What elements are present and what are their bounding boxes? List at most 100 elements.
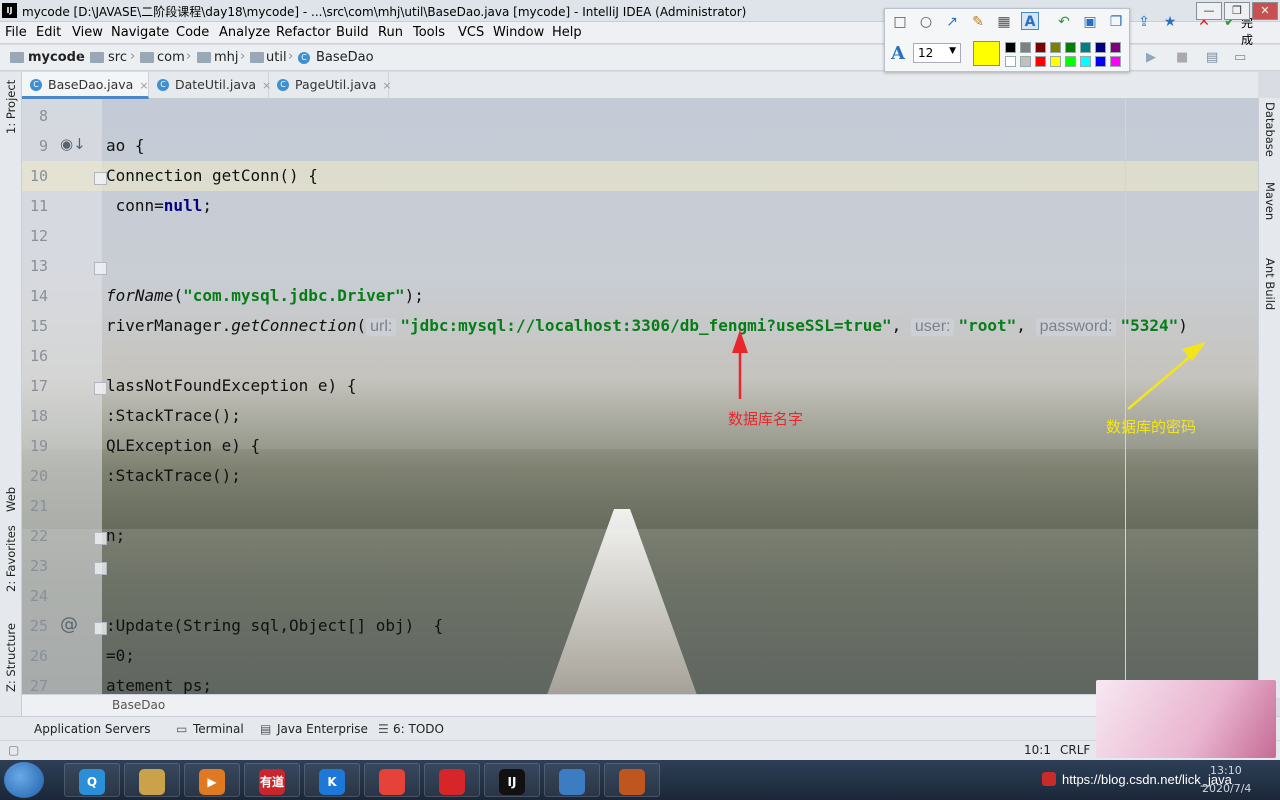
font-icon: A (891, 43, 905, 64)
share-icon[interactable]: ⇪ (1135, 13, 1153, 31)
color-swatch[interactable] (1020, 42, 1031, 53)
menu-window[interactable]: Window (493, 25, 544, 40)
annotation-arrows (732, 330, 1206, 410)
line-separator[interactable]: CRLF (1060, 743, 1090, 757)
color-swatch[interactable] (1020, 56, 1031, 67)
tool-web[interactable]: Web (4, 487, 18, 512)
chevron-down-icon: ▼ (949, 46, 956, 56)
tool-project[interactable]: 1: Project (4, 80, 18, 134)
clock-date: 2020/7/4 (1202, 782, 1252, 795)
menu-view[interactable]: View (72, 25, 103, 40)
menu-file[interactable]: File (5, 25, 27, 40)
breadcrumb-src[interactable]: src (108, 50, 127, 65)
taskbar-netease-music[interactable] (424, 763, 480, 797)
pin-icon[interactable]: ★ (1161, 13, 1179, 31)
tool-ant-build[interactable]: Ant Build (1263, 258, 1277, 310)
breadcrumb-mhj[interactable]: mhj (214, 50, 239, 65)
text-tool-icon[interactable]: A (1021, 12, 1039, 30)
tool-java-enterprise[interactable]: Java Enterprise (277, 722, 368, 736)
ellipse-tool-icon[interactable]: ○ (917, 13, 935, 31)
right-tool-stripe: Database Maven Ant Build (1258, 98, 1280, 698)
close-icon[interactable]: × (382, 73, 391, 99)
color-swatch[interactable] (1110, 56, 1121, 67)
windows-start-icon[interactable] (4, 762, 44, 798)
color-swatch[interactable] (1080, 56, 1091, 67)
color-swatch[interactable] (1035, 42, 1046, 53)
explorer-icon (139, 769, 165, 795)
menu-vcs[interactable]: VCS (458, 25, 484, 40)
color-swatch[interactable] (1080, 42, 1091, 53)
color-swatch[interactable] (1005, 42, 1016, 53)
taskbar-photo-viewer[interactable] (544, 763, 600, 797)
todo-icon: ☰ (378, 722, 389, 736)
maximize-button[interactable]: ❐ (1224, 2, 1250, 20)
taskbar-explorer[interactable] (124, 763, 180, 797)
taskbar-other-app[interactable] (604, 763, 660, 797)
breadcrumb-project[interactable]: mycode (28, 50, 85, 65)
menu-help[interactable]: Help (552, 25, 582, 40)
save-icon[interactable]: ▣ (1081, 13, 1099, 31)
tab-basedao[interactable]: C BaseDao.java × (22, 72, 149, 99)
taskbar-youdao[interactable]: 有道 (244, 763, 300, 797)
color-swatch[interactable] (1035, 56, 1046, 67)
color-swatch[interactable] (1050, 56, 1061, 67)
menu-code[interactable]: Code (176, 25, 209, 40)
project-structure-icon[interactable]: ▤ (1206, 50, 1218, 65)
taskbar-qq-browser[interactable]: Q (64, 763, 120, 797)
tool-todo[interactable]: 6: TODO (393, 722, 444, 736)
status-bar: ▢ 10:1 CRLF (0, 740, 1280, 760)
folder-icon (140, 52, 154, 63)
taskbar-kugou[interactable]: K (304, 763, 360, 797)
minimize-button[interactable]: — (1196, 2, 1222, 20)
tool-terminal[interactable]: Terminal (193, 722, 244, 736)
caret-position[interactable]: 10:1 (1024, 743, 1051, 757)
breadcrumb-basedao[interactable]: BaseDao (316, 50, 374, 65)
selected-color-swatch[interactable] (973, 41, 1000, 66)
color-swatch[interactable] (1065, 42, 1076, 53)
tool-database[interactable]: Database (1263, 102, 1277, 157)
java-enterprise-icon: ▤ (260, 722, 272, 736)
color-swatch[interactable] (1095, 56, 1106, 67)
class-icon: C (298, 52, 310, 64)
tab-label: PageUtil.java (295, 77, 377, 92)
menu-run[interactable]: Run (378, 25, 403, 40)
color-swatch[interactable] (1065, 56, 1076, 67)
tool-maven[interactable]: Maven (1263, 182, 1277, 220)
color-swatch[interactable] (1050, 42, 1061, 53)
tool-application-servers[interactable]: Application Servers (34, 722, 150, 736)
windows-taskbar: Q ▶ 有道 K IJ https://blog.csdn.net/lick_java … (0, 760, 1280, 800)
menu-analyze[interactable]: Analyze (219, 25, 270, 40)
taskbar-intellij[interactable]: IJ (484, 763, 540, 797)
mosaic-tool-icon[interactable]: ▦ (995, 13, 1013, 31)
color-swatch[interactable] (1005, 56, 1016, 67)
tab-dateutil[interactable]: C DateUtil.java × (149, 72, 271, 99)
close-window-button[interactable]: ✕ (1252, 2, 1278, 20)
breadcrumb-util[interactable]: util (266, 50, 287, 65)
copy-icon[interactable]: ❐ (1107, 13, 1125, 31)
folder-icon (250, 52, 264, 63)
breadcrumb-class[interactable]: BaseDao (112, 698, 165, 712)
menu-tools[interactable]: Tools (413, 25, 445, 40)
code-editor[interactable]: 8 9 ao {10 Connection getConn() {11 conn=nu… (22, 99, 1258, 694)
menu-build[interactable]: Build (336, 25, 369, 40)
tool-structure[interactable]: Z: Structure (4, 623, 18, 692)
font-size-select[interactable]: 12 ▼ (913, 43, 961, 63)
menu-edit[interactable]: Edit (36, 25, 61, 40)
arrow-tool-icon[interactable]: ↗ (943, 13, 961, 31)
stop-icon[interactable]: ■ (1176, 50, 1188, 65)
taskbar-media-player[interactable]: ▶ (184, 763, 240, 797)
color-swatch[interactable] (1110, 42, 1121, 53)
breadcrumb-com[interactable]: com (157, 50, 185, 65)
tab-pageutil[interactable]: C PageUtil.java × (269, 72, 392, 99)
layout-icon[interactable]: ▭ (1234, 50, 1246, 65)
undo-icon[interactable]: ↶ (1055, 13, 1073, 31)
taskbar-chrome[interactable] (364, 763, 420, 797)
tool-favorites[interactable]: 2: Favorites (4, 525, 18, 592)
menu-refactor[interactable]: Refactor (276, 25, 331, 40)
rectangle-tool-icon[interactable]: □ (891, 13, 909, 31)
color-swatch[interactable] (1095, 42, 1106, 53)
menu-navigate[interactable]: Navigate (111, 25, 169, 40)
coverage-icon[interactable]: ▶ (1146, 50, 1156, 65)
close-icon[interactable]: × (139, 73, 148, 99)
pen-tool-icon[interactable]: ✎ (969, 13, 987, 31)
